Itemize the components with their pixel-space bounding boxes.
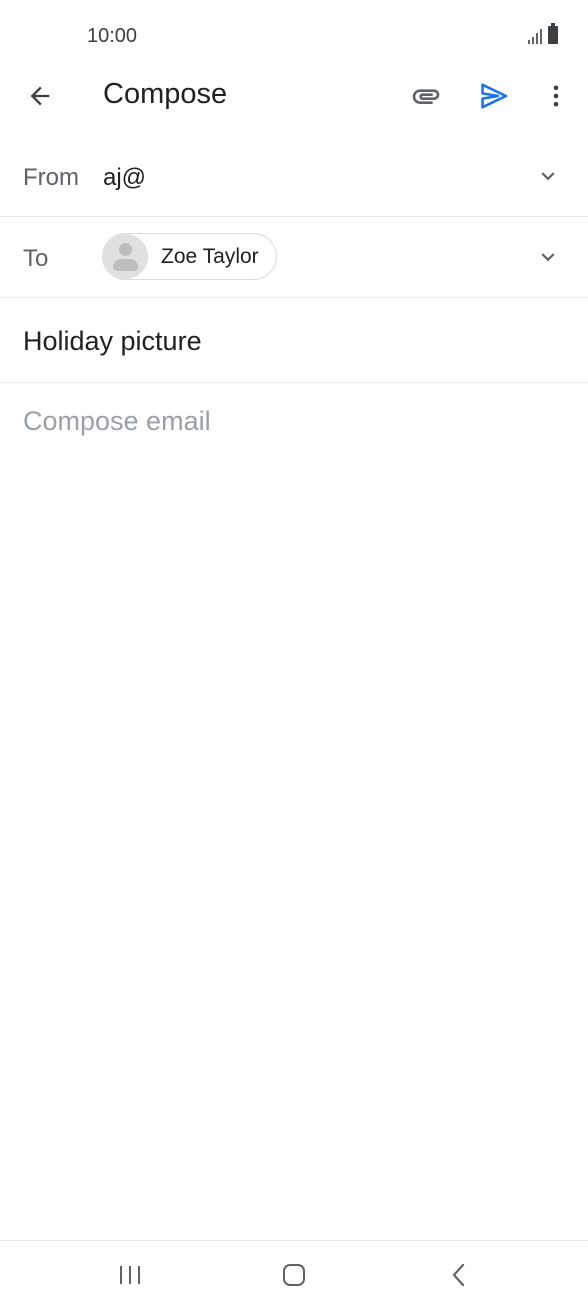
recents-button[interactable] bbox=[102, 1253, 158, 1297]
subject-row: Holiday picture bbox=[0, 298, 588, 383]
nav-back-icon bbox=[452, 1263, 465, 1287]
recipient-chip[interactable]: Zoe Taylor bbox=[102, 233, 277, 280]
back-arrow-icon bbox=[30, 86, 50, 106]
to-expand-button[interactable] bbox=[528, 237, 568, 277]
home-icon bbox=[283, 1264, 305, 1286]
page-title: Compose bbox=[103, 78, 228, 110]
to-row: To Zoe Taylor bbox=[0, 217, 588, 298]
compose-body-field[interactable]: Compose email bbox=[23, 406, 211, 437]
signal-icon bbox=[528, 28, 542, 44]
status-icons bbox=[528, 23, 558, 44]
more-options-button[interactable] bbox=[532, 72, 580, 120]
send-button[interactable] bbox=[470, 72, 518, 120]
from-expand-button[interactable] bbox=[528, 156, 568, 196]
from-label: From bbox=[23, 164, 79, 191]
recipient-name: Zoe Taylor bbox=[161, 244, 259, 268]
avatar bbox=[103, 234, 148, 279]
from-field[interactable]: aj@ bbox=[103, 164, 146, 192]
recents-icon bbox=[120, 1266, 140, 1284]
attachment-icon bbox=[412, 89, 440, 104]
status-time: 10:00 bbox=[87, 25, 138, 47]
to-label: To bbox=[23, 245, 49, 272]
chevron-down-icon bbox=[541, 253, 555, 262]
app-bar: Compose bbox=[0, 64, 588, 128]
subject-field[interactable]: Holiday picture bbox=[23, 326, 202, 357]
navigation-bar bbox=[0, 1240, 588, 1308]
battery-icon bbox=[548, 23, 558, 44]
back-button[interactable] bbox=[16, 72, 64, 120]
more-vert-icon bbox=[553, 85, 559, 107]
send-icon bbox=[481, 83, 508, 109]
compose-screen: 10:00 Compose From aj@ To Zoe Taylor Hol… bbox=[0, 0, 588, 1308]
status-bar: 10:00 bbox=[0, 0, 588, 72]
attach-button[interactable] bbox=[402, 72, 450, 120]
from-row: From aj@ bbox=[0, 136, 588, 217]
system-back-button[interactable] bbox=[431, 1253, 487, 1297]
chevron-down-icon bbox=[541, 172, 555, 181]
home-button[interactable] bbox=[266, 1253, 322, 1297]
